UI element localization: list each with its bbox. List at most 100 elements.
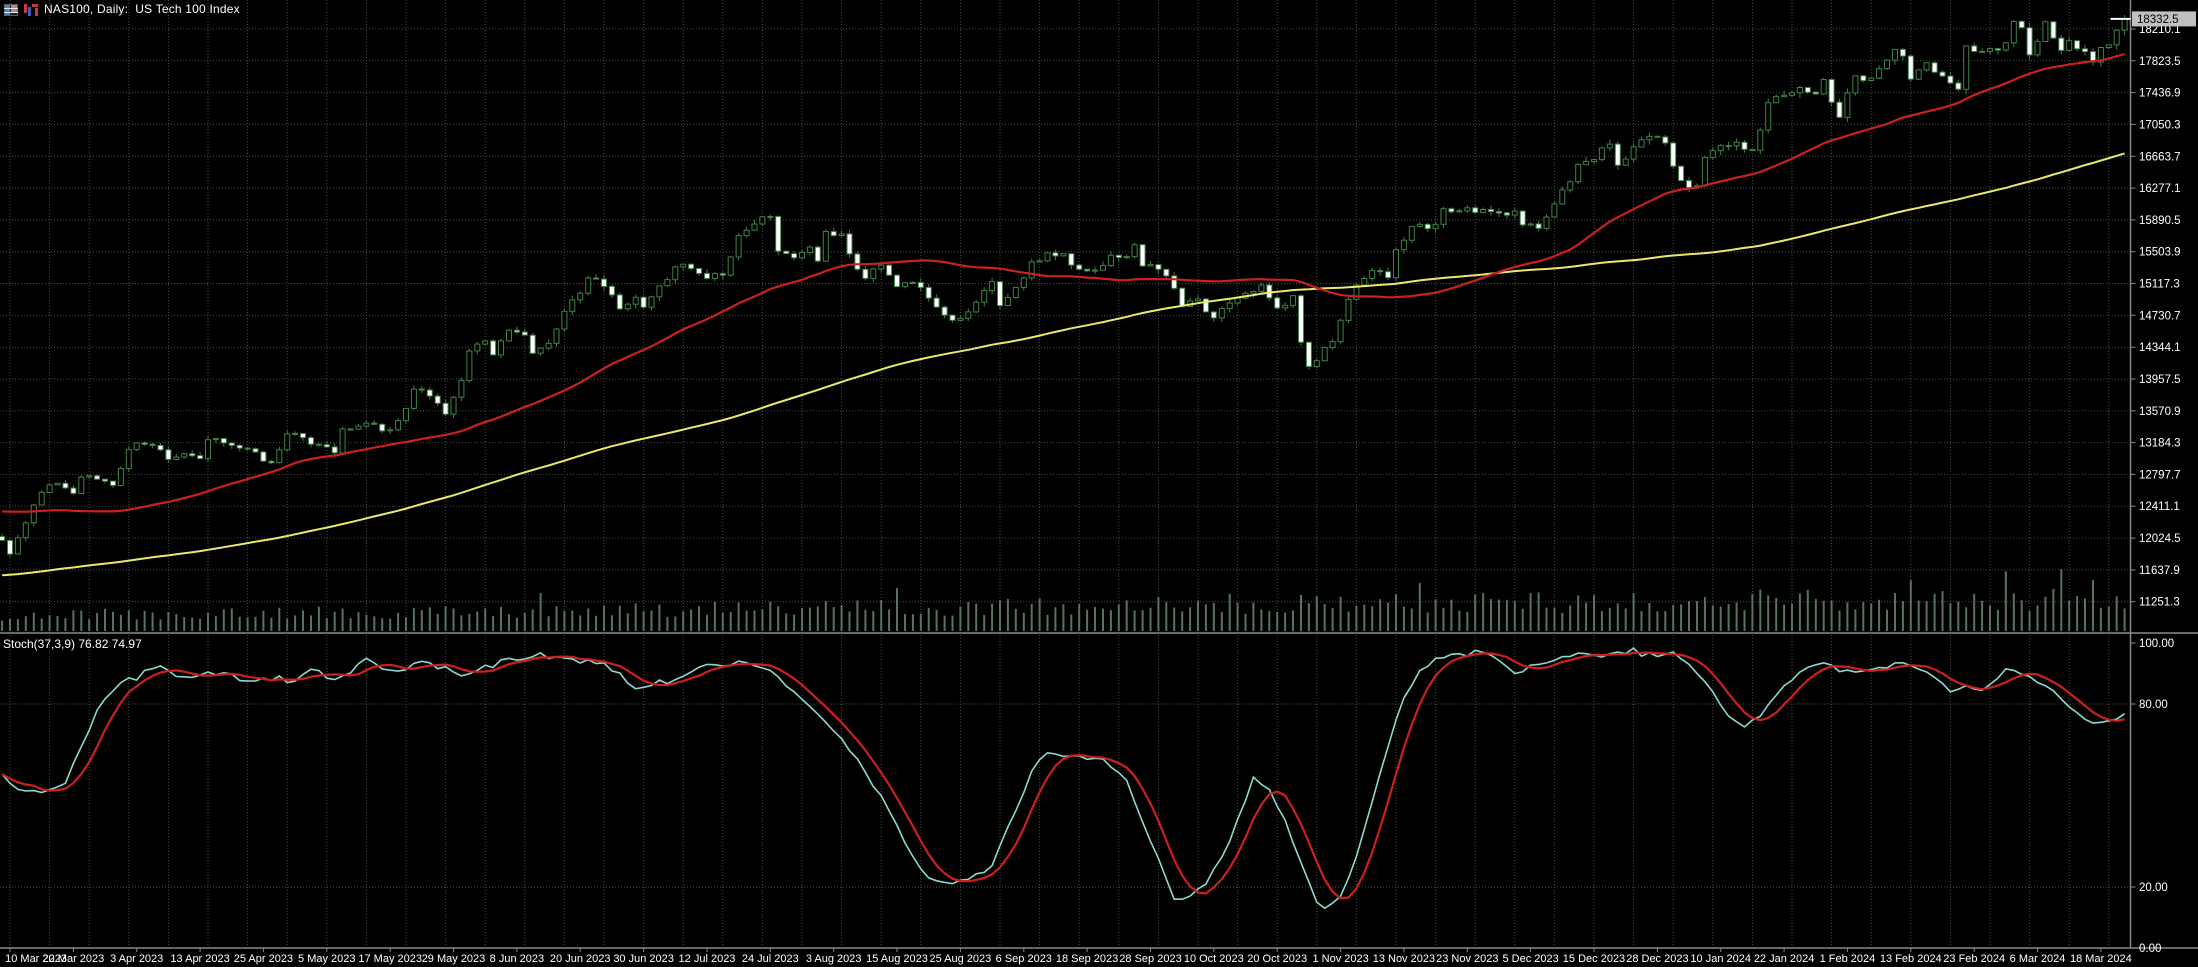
candle: [925, 284, 932, 302]
date-tick-label: 23 Feb 2024: [1943, 953, 2005, 965]
candle: [1971, 42, 1978, 53]
candle: [608, 284, 615, 299]
candle: [1820, 77, 1827, 95]
price-axis[interactable]: 18210.117823.517436.917050.316663.716277…: [2110, 11, 2197, 609]
candle: [1725, 141, 1732, 151]
date-tick-label: 15 Aug 2023: [866, 953, 928, 965]
candle: [315, 443, 322, 447]
stochastic-d-line: [1, 651, 2125, 900]
candle: [410, 385, 417, 410]
candle: [1329, 339, 1336, 350]
candle: [569, 295, 576, 315]
stochastic-axis[interactable]: 100.00 80.00 20.00 0.00: [2130, 638, 2175, 955]
chart-title-bar: NAS100, Daily: US Tech 100 Index: [3, 2, 240, 17]
date-tick-label: 6 Sep 2023: [996, 953, 1052, 965]
candle: [1036, 259, 1043, 263]
candle: [30, 503, 37, 527]
candle: [1155, 263, 1162, 274]
candle: [1551, 201, 1558, 219]
candle: [1876, 65, 1883, 80]
stoch-tick-label: 20.00: [2139, 882, 2168, 894]
candle: [1852, 75, 1859, 96]
candle: [696, 268, 702, 276]
candle: [1448, 207, 1455, 214]
stochastic-indicator-label: Stoch(37,3,9) 76.82 74.97: [3, 637, 142, 651]
candle: [1123, 254, 1130, 260]
candle: [1377, 267, 1384, 276]
date-tick-label: 25 Aug 2023: [930, 953, 992, 965]
candle: [965, 308, 972, 321]
candle: [1519, 210, 1526, 228]
candle: [7, 539, 13, 557]
candle: [141, 441, 148, 446]
date-tick-label: 10 Jan 2024: [1690, 953, 1751, 965]
candle: [149, 442, 156, 449]
price-tick-label: 15503.9: [2139, 247, 2181, 259]
candle: [395, 418, 402, 432]
date-tick-label: 15 Dec 2023: [1563, 953, 1625, 965]
candle: [292, 431, 299, 436]
candle: [228, 442, 235, 449]
price-tick-label: 11251.3: [2139, 597, 2180, 609]
candle: [1868, 76, 1875, 81]
candle: [205, 436, 211, 462]
date-tick-label: 20 Jun 2023: [550, 953, 611, 965]
candle: [1923, 62, 1930, 73]
candle: [537, 347, 544, 356]
candle: [1282, 302, 1289, 311]
candle: [902, 281, 908, 289]
candle: [387, 427, 394, 435]
price-tick-label: 12411.1: [2139, 501, 2180, 513]
candle: [513, 326, 520, 334]
yellow-ma-line: [2, 152, 2125, 577]
candle: [379, 423, 386, 434]
candle: [870, 267, 877, 282]
candle: [173, 453, 180, 460]
date-axis[interactable]: 10 Mar 202322 Mar 2023 3 Apr 2023 13 Apr 2…: [5, 948, 2132, 965]
candle: [260, 450, 267, 462]
candle: [1321, 346, 1328, 362]
candle: [521, 328, 528, 336]
candle: [1511, 207, 1518, 219]
candle: [704, 269, 710, 280]
candle: [1994, 48, 2001, 55]
price-tick-label: 15890.5: [2139, 215, 2181, 227]
candle: [806, 245, 813, 256]
price-tick-label: 17823.5: [2139, 56, 2181, 68]
candle: [165, 446, 172, 463]
chart-canvas[interactable]: 18210.117823.517436.917050.316663.716277…: [0, 0, 2198, 967]
candle: [339, 426, 346, 454]
price-tick-label: 17436.9: [2139, 88, 2181, 100]
candle: [1496, 208, 1502, 218]
candle: [933, 294, 940, 308]
candle: [1408, 225, 1415, 244]
candles-layer: [0, 15, 2128, 557]
candle: [1796, 85, 1803, 98]
candle: [1646, 132, 1653, 145]
candle: [1598, 146, 1605, 162]
price-tick-label: 13184.3: [2139, 438, 2181, 450]
date-tick-label: 8 Jun 2023: [490, 953, 544, 965]
candle: [1226, 298, 1233, 313]
candle: [212, 438, 219, 443]
candle: [1884, 59, 1890, 70]
candle: [244, 447, 251, 451]
candle: [997, 281, 1003, 309]
candle: [664, 277, 671, 287]
candle: [1701, 156, 1708, 187]
candle: [949, 314, 956, 323]
candle: [363, 420, 370, 429]
candle: [989, 277, 996, 294]
candle: [2082, 44, 2088, 56]
candle: [1028, 258, 1035, 281]
candle: [1717, 143, 1724, 156]
candle: [1290, 294, 1296, 309]
stoch-tick-label: 100.00: [2139, 638, 2174, 650]
candle: [1899, 47, 1906, 61]
date-tick-label: 22 Mar 2023: [43, 953, 105, 965]
candle: [323, 440, 330, 448]
candle: [474, 341, 481, 355]
candle: [181, 453, 188, 459]
candle: [1765, 98, 1772, 134]
candle: [70, 485, 77, 496]
